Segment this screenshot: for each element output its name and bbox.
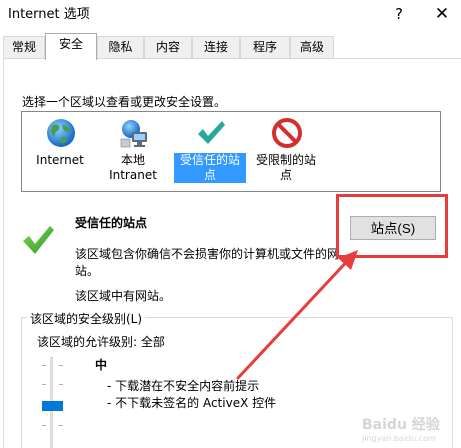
tab-privacy[interactable]: 隐私 [97,36,144,58]
zone-local-intranet[interactable]: 本地 Intranet [97,115,169,187]
local-intranet-icon [120,120,147,148]
zone-label: 本地 [120,153,145,167]
security-level-legend: 该区域的安全级别(L) [27,310,146,327]
tab-security[interactable]: 安全 [45,33,97,60]
zone-prompt: 选择一个区域以查看或更改安全设置。 [22,95,227,109]
security-level-description: - 下载潜在不安全内容前提示 - 不下载未签名的 ActiveX 控件 [107,378,276,412]
zone-label: 点 [203,168,216,182]
security-level-slider-thumb[interactable] [42,401,63,411]
svg-text:Baidu 经验: Baidu 经验 [362,416,441,433]
zone-trusted-sites[interactable]: 受信任的站 点 [174,115,246,187]
selected-zone-title: 受信任的站点 [75,216,148,230]
slider-tick [59,365,63,366]
selected-zone-note: 该区域中有网站。 [75,289,172,303]
help-button[interactable]: ? [385,2,413,26]
zone-label: 受限制的站 [255,153,316,167]
selected-zone-description: 该区域包含你确信不会损害你的计算机或文件的网 站。 [75,247,340,278]
title-bar: Internet 选项 ? ✕ [0,0,461,30]
restricted-sites-icon [272,118,302,148]
zone-restricted-sites[interactable]: 受限制的站 点 [250,115,322,187]
baidu-jingyan-watermark-logo: Baidu 经验 jingyan.baidu.com [361,416,441,443]
trusted-sites-check-icon [198,121,225,144]
tab-content[interactable]: 内容 [144,36,192,58]
security-level-name: 中 [95,358,108,372]
zone-label: 受信任的站 [179,153,240,167]
level-bullet: - 下载潜在不安全内容前提示 [107,379,260,393]
tab-advanced[interactable]: 高级 [290,36,334,58]
tab-connections[interactable]: 连接 [192,36,240,58]
zone-label: Intranet [109,168,157,182]
level-bullet: - 不下载未签名的 ActiveX 控件 [107,396,277,410]
slider-tick [59,425,63,426]
slider-tick [42,365,46,366]
annotation-highlight-box [336,194,448,258]
slider-tick [59,384,63,385]
slider-tick [42,425,46,426]
tab-strip: 常规 安全 隐私 内容 连接 程序 高级 [0,33,461,60]
globe-icon [47,119,75,147]
slider-tick [42,384,46,385]
window-title: Internet 选项 [8,7,90,22]
zone-internet[interactable]: Internet [24,115,96,187]
zone-label: 点 [279,168,292,182]
allowed-levels-text: 该区域的允许级别: 全部 [37,335,165,349]
svg-text:jingyan.baidu.com: jingyan.baidu.com [361,434,436,443]
close-button[interactable]: ✕ [428,2,456,26]
tab-general[interactable]: 常规 [3,36,45,58]
tab-programs[interactable]: 程序 [240,36,290,58]
check-icon [23,226,54,254]
zone-label: Internet [36,153,84,167]
